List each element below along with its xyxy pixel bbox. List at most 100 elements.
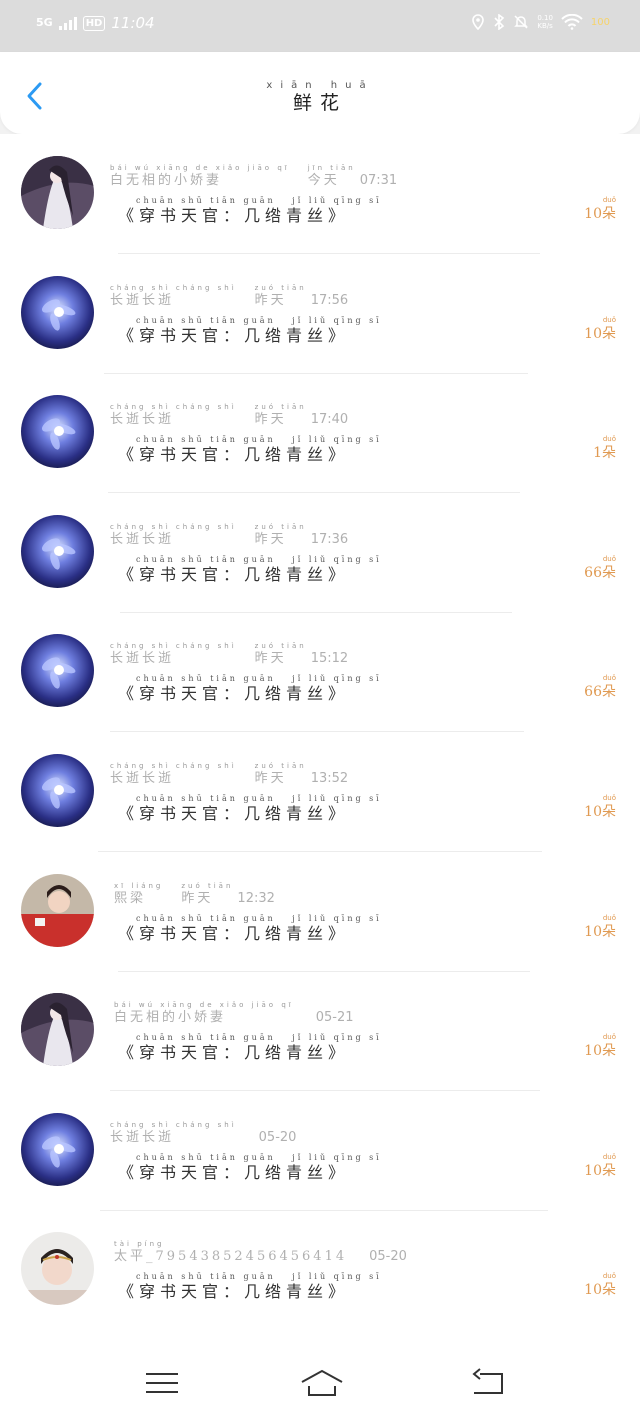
avatar[interactable] [21,993,94,1067]
location-icon [472,14,485,30]
book-title-pinyin: chuān shū tiān guān jǐ liǔ qīng sī [136,435,382,445]
time-label: zuó tiān 昨天 [255,284,307,309]
book-title: chuān shū tiān guān jǐ liǔ qīng sī 《穿书天官：… [118,1033,382,1063]
sender-name-pinyin: bái wú xiāng de xiǎo jiāo qī [114,1001,294,1010]
sender-name-pinyin: bái wú xiāng de xiǎo jiāo qī [110,164,290,172]
book-title: chuān shū tiān guān jǐ liǔ qīng sī 《穿书天官：… [118,555,382,585]
sender-line: cháng shì cháng shì 长逝长逝 zuó tiān 昨天 13:52 [110,762,348,787]
timestamp: 07:31 [359,173,398,188]
book-title-text: 《穿书天官：几绺青丝》 [118,1162,350,1182]
flower-count-text: 10朵 [584,325,616,342]
list-item[interactable]: bái wú xiāng de xiǎo jiāo qī 白无相的小娇妻 05-21… [0,971,640,1092]
list-item[interactable]: tài píng 太平_79543852456456414 05-20 chuān s… [0,1210,640,1330]
timestamp: 17:36 [310,531,349,547]
time-label-pinyin: zuó tiān [181,881,234,890]
sender-name: xī liáng 熙梁 [114,882,163,907]
sender-name-pinyin: xī liáng [114,881,164,890]
status-right: 0.10 KB/s 100 [471,14,610,30]
sender-name-pinyin: cháng shì cháng shì [110,283,237,292]
book-title: chuān shū tiān guān jǐ liǔ qīng sī 《穿书天官：… [118,794,382,824]
sender-line: tài píng 太平_79543852456456414 05-20 [114,1240,407,1265]
list-item[interactable]: cháng shì cháng shì 长逝长逝 zuó tiān 昨天 17:40 ch… [0,373,640,494]
hd-badge: HD [82,15,106,31]
status-time: 11:04 [111,14,155,32]
battery-level: 100 [590,16,610,28]
avatar[interactable] [21,156,94,229]
sender-name-text: 熙梁 [114,890,147,906]
net-speed-value: 0.10 [537,14,553,22]
sender-name: cháng shì cháng shì 长逝长逝 [110,762,237,787]
net-speed: 0.10 KB/s [537,14,553,30]
flower-count: duǒ 10朵 [584,1272,616,1299]
sender-name-text: 长逝长逝 [110,412,175,428]
book-title-text: 《穿书天官：几绺青丝》 [118,325,350,345]
sender-name-text: 白无相的小娇妻 [114,1010,227,1026]
back-icon[interactable] [470,1368,510,1398]
list-item[interactable]: cháng shì cháng shì 长逝长逝 zuó tiān 昨天 17:56 ch… [0,254,640,374]
timestamp: 17:40 [310,412,349,428]
sender-name-text: 白无相的小娇妻 [110,173,223,188]
sender-name: cháng shì cháng shì 长逝长逝 [110,523,237,548]
timestamp: 05-21 [315,1010,354,1026]
flower-count: duǒ 10朵 [584,794,616,821]
timestamp: 05-20 [369,1249,407,1265]
flower-count: duǒ 10朵 [584,1153,616,1180]
flower-count: duǒ 10朵 [584,1033,616,1060]
home-icon[interactable] [300,1368,344,1398]
sender-line: bái wú xiāng de xiǎo jiāo qī 白无相的小娇妻 05-21 [114,1001,354,1026]
book-title-pinyin: chuān shū tiān guān jǐ liǔ qīng sī [136,1033,382,1043]
menu-icon[interactable] [142,1368,182,1398]
list-item[interactable]: bái wú xiāng de xiǎo jiāo qī 白无相的小娇妻 jīn t… [0,134,640,254]
avatar[interactable] [21,1112,94,1186]
list-item[interactable]: cháng shì cháng shì 长逝长逝 05-20 chuān shū ti… [0,1091,640,1211]
time-label-pinyin: jīn tiān [307,164,356,172]
sender-name-pinyin: tài píng [114,1240,165,1249]
sender-name-pinyin: cháng shì cháng shì [110,522,237,531]
avatar[interactable] [21,873,94,947]
avatar[interactable] [21,275,94,349]
book-title-text: 《穿书天官：几绺青丝》 [118,684,350,704]
flower-count: duǒ 1朵 [593,435,616,462]
sender-name: cháng shì cháng shì 长逝长逝 [110,642,237,667]
book-title: chuān shū tiān guān jǐ liǔ qīng sī 《穿书天官：… [118,1272,382,1302]
sender-name-pinyin: cháng shì cháng shì [110,762,237,770]
list-item[interactable]: cháng shì cháng shì 长逝长逝 zuó tiān 昨天 17:36 ch… [0,493,640,613]
timestamp: 15:12 [310,651,349,667]
avatar[interactable] [21,634,94,708]
sender-name-pinyin: cháng shì cháng shì [110,642,237,651]
book-title: chuān shū tiān guān jǐ liǔ qīng sī 《穿书天官：… [118,674,382,704]
avatar[interactable] [21,395,94,469]
time-label: zuó tiān 昨天 [255,762,307,787]
flower-count-text: 10朵 [584,1282,616,1299]
book-title-pinyin: chuān shū tiān guān jǐ liǔ qīng sī [136,1152,382,1162]
sender-line: cháng shì cháng shì 长逝长逝 zuó tiān 昨天 17:56 [110,284,348,309]
flower-count-pinyin: duǒ [602,196,616,204]
list-item[interactable]: cháng shì cháng shì 长逝长逝 zuó tiān 昨天 15:12 ch… [0,612,640,733]
page-title: xiān huā 鲜花 [0,80,640,114]
avatar[interactable] [21,754,94,827]
sender-name: bái wú xiāng de xiǎo jiāo qī 白无相的小娇妻 [114,1001,294,1026]
mute-bell-icon [514,15,529,29]
time-label: zuó tiān 昨天 [255,403,307,428]
header: xiān huā 鲜花 [0,52,640,134]
avatar[interactable] [21,514,94,588]
time-label-pinyin: zuó tiān [254,642,307,651]
book-title-pinyin: chuān shū tiān guān jǐ liǔ qīng sī [136,794,382,803]
page-title-pinyin: xiān huā [266,80,374,91]
sender-name: cháng shì cháng shì 长逝长逝 [110,284,237,309]
book-title-text: 《穿书天官：几绺青丝》 [118,923,350,943]
sender-name: cháng shì cháng shì 长逝长逝 [110,1121,237,1146]
time-label-text: 昨天 [254,651,287,667]
time-label: zuó tiān 昨天 [181,882,233,907]
list-item[interactable]: cháng shì cháng shì 长逝长逝 zuó tiān 昨天 13:52 ch… [0,732,640,852]
list-item[interactable]: xī liáng 熙梁 zuó tiān 昨天 12:32 chuān shū tiān … [0,852,640,972]
flower-count-pinyin: duǒ [602,435,616,444]
time-label: jīn tiān 今天 [308,164,356,189]
sender-name: bái wú xiāng de xiǎo jiāo qī 白无相的小娇妻 [110,164,290,189]
flower-count-pinyin: duǒ [602,1272,616,1281]
status-left: 5G HD 11:04 [36,14,155,32]
book-title-pinyin: chuān shū tiān guān jǐ liǔ qīng sī [136,196,382,205]
flower-count-text: 1朵 [593,445,616,462]
avatar[interactable] [21,1232,94,1306]
sender-line: cháng shì cháng shì 长逝长逝 05-20 [110,1121,296,1146]
